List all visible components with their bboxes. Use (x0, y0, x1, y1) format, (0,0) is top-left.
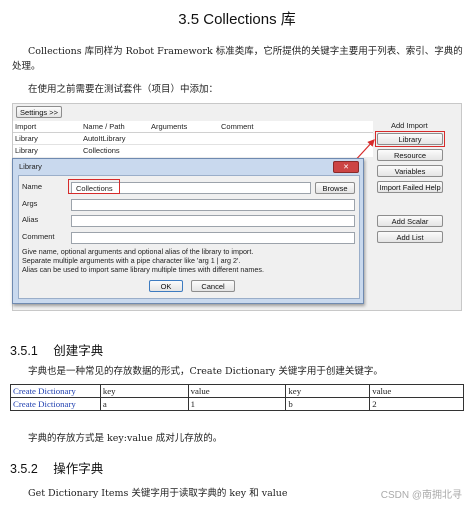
table-cell: key (285, 384, 371, 398)
table-cell: 1 (187, 397, 287, 411)
name-highlight-box (68, 179, 120, 194)
table-cell: b (285, 397, 371, 411)
table-row: Create Dictionary key value key value (10, 384, 464, 398)
args-input[interactable] (71, 199, 355, 211)
section-3-5-1-number: 3.5.1 (10, 344, 38, 358)
table-cell: key (99, 384, 189, 398)
keyword-cell[interactable]: Create Dictionary (10, 397, 101, 411)
help-line-1: Give name, optional arguments and option… (22, 247, 254, 256)
close-icon: ✕ (343, 163, 349, 171)
help-line-3: Alias can be used to import same library… (22, 265, 264, 274)
table-cell: value (369, 384, 464, 398)
table-cell: a (99, 397, 189, 411)
keyword-cell[interactable]: Create Dictionary (10, 384, 101, 398)
dialog-body: Name Collections Browse Args Alias Comme… (18, 175, 360, 299)
alias-input[interactable] (71, 215, 355, 227)
table-cell: value (187, 384, 287, 398)
section-3-5-2-heading: 3.5.2 操作字典 (10, 458, 103, 477)
section-3-5-2-title: 操作字典 (53, 462, 104, 476)
section-3-5-1-title: 创建字典 (53, 344, 104, 358)
name-label: Name (22, 182, 43, 191)
comment-label: Comment (22, 232, 55, 241)
alias-label: Alias (22, 215, 39, 224)
watermark: CSDN @南拥北寻 (380, 490, 462, 501)
library-dialog: Library ✕ Name Collections Browse Args A… (12, 158, 364, 304)
section-3-5-2-text: Get Dictionary Items 关键字用于读取字典的 key 和 va… (28, 488, 288, 499)
section-3-5-2-number: 3.5.2 (10, 462, 38, 476)
section-3-5-1-heading: 3.5.1 创建字典 (10, 340, 103, 359)
section-3-5-1-text: 字典也是一种常见的存放数据的形式，Create Dictionary 关键字用于… (28, 366, 383, 377)
help-line-2: Separate multiple arguments with a pipe … (22, 256, 241, 265)
table-cell: 2 (369, 397, 464, 411)
dialog-title: Library (19, 162, 42, 171)
ok-button[interactable]: OK (149, 280, 183, 292)
dialog-close-button[interactable]: ✕ (333, 161, 359, 173)
args-label: Args (22, 199, 38, 208)
cancel-button[interactable]: Cancel (191, 280, 235, 292)
dict-note: 字典的存放方式是 key:value 成对儿存放的。 (28, 433, 223, 444)
comment-input[interactable] (71, 232, 355, 244)
dictionary-table: Create Dictionary key value key value Cr… (10, 384, 464, 411)
browse-button[interactable]: Browse (315, 182, 355, 194)
help-text: Give name, optional arguments and option… (22, 247, 358, 274)
table-row: Create Dictionary a 1 b 2 (10, 397, 464, 411)
